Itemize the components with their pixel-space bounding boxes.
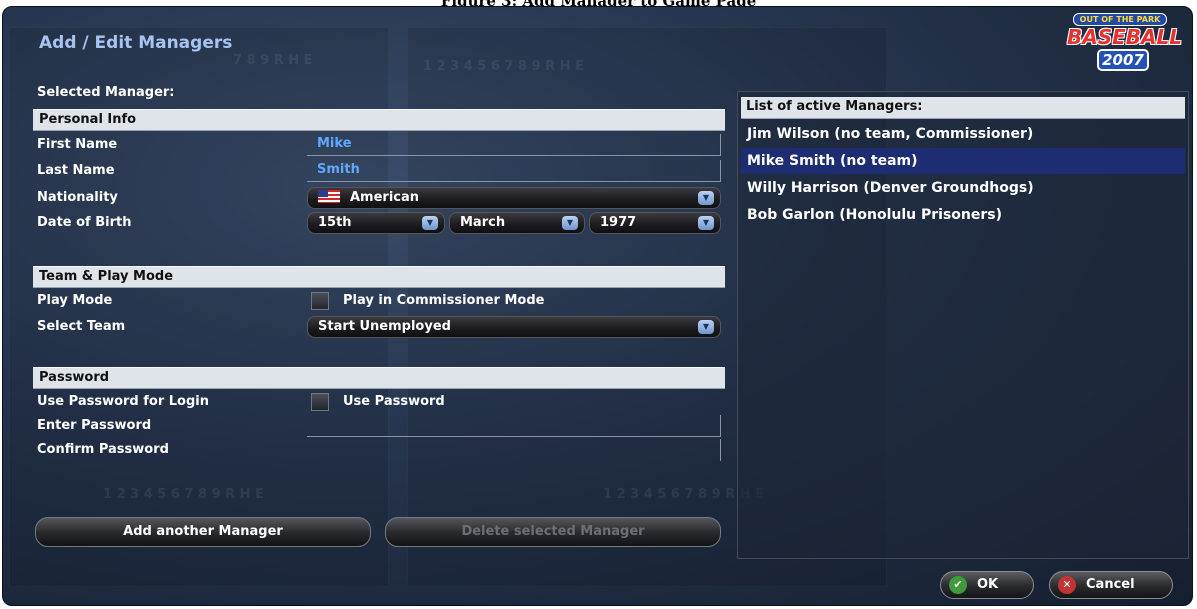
commissioner-mode-checkbox[interactable]: [311, 292, 329, 310]
nationality-label: Nationality: [37, 190, 118, 205]
play-mode-label: Play Mode: [37, 293, 113, 308]
last-name-label: Last Name: [37, 163, 115, 178]
enter-password-label: Enter Password: [37, 418, 152, 433]
dob-day-value: 15th: [318, 215, 352, 230]
chevron-down-icon[interactable]: ▼: [562, 216, 578, 230]
managers-list-title: List of active Managers:: [746, 99, 923, 114]
dob-year-value: 1977: [600, 215, 637, 230]
first-name-field[interactable]: Mike: [307, 134, 721, 156]
dialog-title: Add / Edit Managers: [39, 33, 233, 53]
chevron-down-icon[interactable]: ▼: [698, 191, 714, 205]
use-password-checkbox[interactable]: [311, 393, 329, 411]
nationality-dropdown[interactable]: American ▼: [307, 187, 721, 209]
list-item[interactable]: Jim Wilson (no team, Commissioner): [741, 121, 1185, 147]
logo-year-text: 2007: [1097, 49, 1149, 71]
date-of-birth-label: Date of Birth: [37, 215, 132, 230]
close-icon: ✕: [1058, 576, 1076, 594]
add-manager-button[interactable]: Add another Manager: [35, 517, 371, 547]
section-team-play-mode-title: Team & Play Mode: [39, 269, 174, 284]
chevron-down-icon[interactable]: ▼: [422, 216, 438, 230]
enter-password-field[interactable]: [307, 415, 721, 437]
ok-button[interactable]: ✔ OK: [940, 571, 1034, 599]
nationality-value: American: [350, 190, 420, 205]
dob-month-value: March: [460, 215, 506, 230]
managers-list-header: List of active Managers:: [741, 97, 1185, 119]
ootp-logo: OUT OF THE PARK BASEBALL 2007: [1067, 9, 1182, 75]
logo-brand-text: BASEBALL: [1067, 25, 1182, 49]
dob-year-dropdown[interactable]: 1977 ▼: [589, 212, 721, 234]
section-team-play-mode: Team & Play Mode: [33, 266, 725, 288]
section-personal-info-title: Personal Info: [39, 112, 137, 127]
section-password: Password: [33, 367, 725, 389]
use-password-option[interactable]: Use Password: [343, 394, 445, 409]
list-item[interactable]: Willy Harrison (Denver Groundhogs): [741, 175, 1185, 201]
us-flag-icon: [318, 190, 340, 203]
select-team-label: Select Team: [37, 319, 126, 334]
selected-manager-label: Selected Manager:: [37, 85, 175, 100]
first-name-label: First Name: [37, 137, 118, 152]
list-item[interactable]: Mike Smith (no team): [741, 148, 1185, 174]
dob-day-dropdown[interactable]: 15th ▼: [307, 212, 445, 234]
section-personal-info: Personal Info: [33, 109, 725, 131]
select-team-value: Start Unemployed: [318, 319, 451, 334]
last-name-field[interactable]: Smith: [307, 160, 721, 182]
dob-month-dropdown[interactable]: March ▼: [449, 212, 585, 234]
dialog-window: 7 8 9 R H E 1 2 3 4 5 6 7 8 9 R H E 1 2 …: [2, 6, 1193, 606]
check-icon: ✔: [949, 576, 967, 594]
section-password-title: Password: [39, 370, 110, 385]
delete-manager-button[interactable]: Delete selected Manager: [385, 517, 721, 547]
select-team-dropdown[interactable]: Start Unemployed ▼: [307, 316, 721, 338]
cancel-button-label: Cancel: [1086, 577, 1135, 592]
use-password-label: Use Password for Login: [37, 394, 210, 409]
commissioner-mode-option[interactable]: Play in Commissioner Mode: [343, 293, 544, 308]
chevron-down-icon[interactable]: ▼: [698, 216, 714, 230]
confirm-password-label: Confirm Password: [37, 442, 169, 457]
confirm-password-field[interactable]: [307, 439, 721, 461]
chevron-down-icon[interactable]: ▼: [698, 320, 714, 334]
list-item[interactable]: Bob Garlon (Honolulu Prisoners): [741, 202, 1185, 228]
ok-button-label: OK: [977, 577, 999, 592]
cancel-button[interactable]: ✕ Cancel: [1049, 571, 1173, 599]
